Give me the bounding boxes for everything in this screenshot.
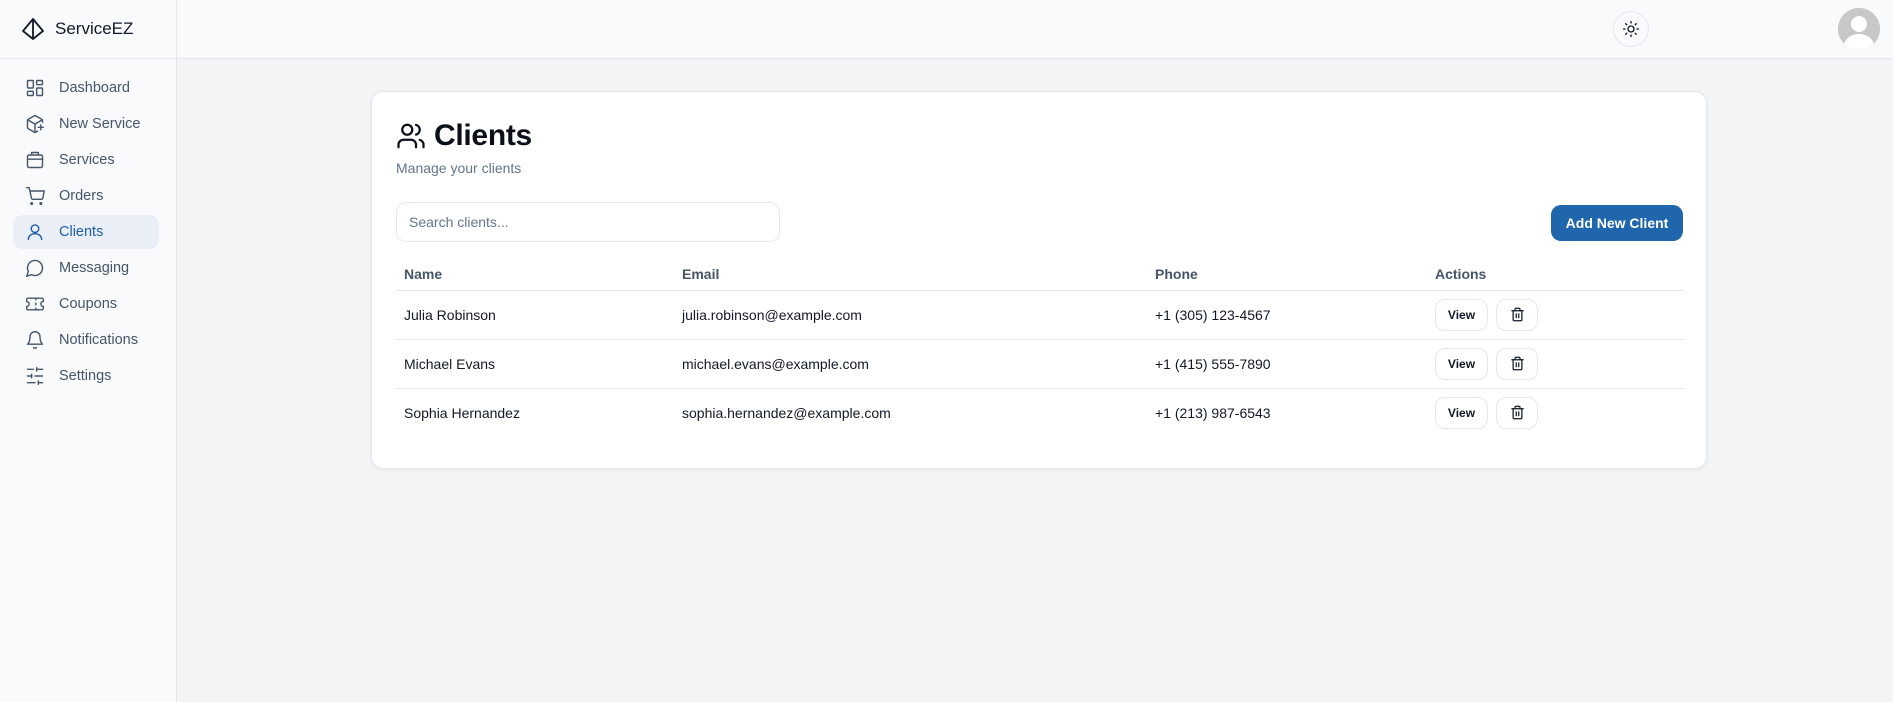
delete-button[interactable] xyxy=(1496,396,1538,429)
logo-icon xyxy=(21,17,45,41)
clients-table: Name Email Phone Actions Julia Robinson … xyxy=(396,258,1684,437)
sidebar-item-label: Orders xyxy=(59,188,104,204)
sidebar-nav: Dashboard New Service Services Orders Cl… xyxy=(0,59,176,393)
trash-icon xyxy=(1510,405,1525,420)
brand-name: ServiceEZ xyxy=(55,19,134,38)
sidebar-item-settings[interactable]: Settings xyxy=(13,359,159,393)
cart-icon xyxy=(25,186,45,206)
sidebar-item-label: Dashboard xyxy=(59,80,130,96)
trash-icon xyxy=(1510,307,1525,322)
sidebar: ServiceEZ Dashboard New Service Services… xyxy=(0,0,177,702)
package-plus-icon xyxy=(25,114,45,134)
page-header: Clients xyxy=(396,119,532,153)
sidebar-item-label: Services xyxy=(59,152,115,168)
table-row: Julia Robinson julia.robinson@example.co… xyxy=(396,290,1684,340)
client-name: Sophia Hernandez xyxy=(404,404,520,421)
sidebar-item-label: Coupons xyxy=(59,296,118,312)
clients-card: Clients Manage your clients Add New Clie… xyxy=(371,91,1707,469)
avatar[interactable] xyxy=(1838,8,1880,50)
client-phone: +1 (415) 555-7890 xyxy=(1147,339,1427,389)
sidebar-item-dashboard[interactable]: Dashboard xyxy=(13,71,159,105)
sliders-icon xyxy=(25,366,45,386)
client-phone: +1 (213) 987-6543 xyxy=(1155,404,1271,421)
sidebar-item-label: Notifications xyxy=(59,332,138,348)
column-header-actions: Actions xyxy=(1427,258,1684,291)
sun-icon xyxy=(1622,20,1640,38)
client-name: Michael Evans xyxy=(396,339,674,389)
row-actions: View xyxy=(1427,388,1684,437)
sidebar-item-orders[interactable]: Orders xyxy=(13,179,159,213)
sidebar-item-label: Messaging xyxy=(59,260,130,276)
ticket-icon xyxy=(25,294,45,314)
view-button[interactable]: View xyxy=(1435,396,1488,429)
sidebar-item-label: New Service xyxy=(59,116,141,132)
page-subtitle: Manage your clients xyxy=(396,160,522,176)
theme-toggle-button[interactable] xyxy=(1613,11,1649,47)
column-header-name[interactable]: Name xyxy=(396,258,674,291)
users-icon xyxy=(396,121,426,151)
topbar xyxy=(177,0,1893,59)
column-header-email[interactable]: Email xyxy=(674,258,1147,291)
view-button[interactable]: View xyxy=(1435,298,1488,331)
table-header-row: Name Email Phone Actions xyxy=(396,258,1684,291)
table-row: Michael Evans michael.evans@example.com … xyxy=(396,339,1684,389)
user-icon xyxy=(25,222,45,242)
sidebar-item-label: Settings xyxy=(59,368,112,384)
brand[interactable]: ServiceEZ xyxy=(0,0,176,59)
user-avatar-icon xyxy=(1838,8,1880,50)
add-new-client-button[interactable]: Add New Client xyxy=(1551,205,1683,241)
view-button[interactable]: View xyxy=(1435,347,1488,380)
message-icon xyxy=(25,258,45,278)
client-phone: +1 (305) 123-4567 xyxy=(1147,290,1427,340)
trash-icon xyxy=(1510,356,1525,371)
client-email: sophia.hernandez@example.com xyxy=(682,404,891,421)
table-row: Sophia Hernandez sophia.hernandez@exampl… xyxy=(396,388,1684,437)
page-title: Clients xyxy=(434,119,532,152)
client-email: julia.robinson@example.com xyxy=(674,290,1147,340)
row-actions: View xyxy=(1427,339,1684,389)
sidebar-item-label: Clients xyxy=(59,224,104,240)
box-icon xyxy=(25,150,45,170)
dashboard-icon xyxy=(25,78,45,98)
bell-icon xyxy=(25,330,45,350)
row-actions: View xyxy=(1427,290,1684,340)
sidebar-item-clients[interactable]: Clients xyxy=(13,215,159,249)
client-email: michael.evans@example.com xyxy=(674,339,1147,389)
delete-button[interactable] xyxy=(1496,347,1538,380)
sidebar-item-services[interactable]: Services xyxy=(13,143,159,177)
sidebar-item-new-service[interactable]: New Service xyxy=(13,107,159,141)
sidebar-item-coupons[interactable]: Coupons xyxy=(13,287,159,321)
sidebar-item-messaging[interactable]: Messaging xyxy=(13,251,159,285)
delete-button[interactable] xyxy=(1496,298,1538,331)
sidebar-item-notifications[interactable]: Notifications xyxy=(13,323,159,357)
search-input[interactable] xyxy=(396,202,780,242)
column-header-phone[interactable]: Phone xyxy=(1147,258,1427,291)
client-name: Julia Robinson xyxy=(396,290,674,340)
